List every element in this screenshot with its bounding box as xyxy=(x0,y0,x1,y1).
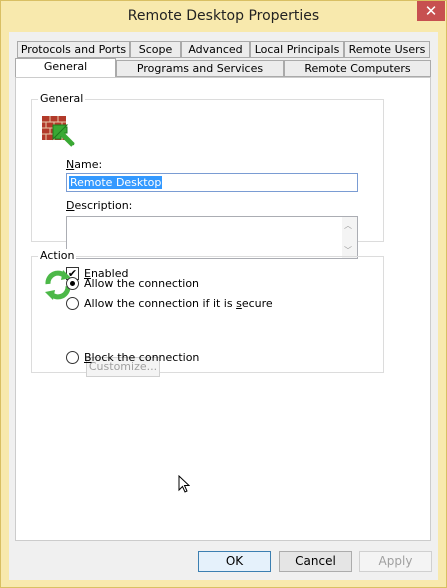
close-icon[interactable]: ✕ xyxy=(425,2,438,20)
allow-if-secure-label[interactable]: Allow the connection if it is secure xyxy=(84,297,273,310)
description-textarea[interactable]: ︿ ﹀ xyxy=(66,216,358,259)
scroll-down-icon[interactable]: ﹀ xyxy=(344,245,352,256)
tab-remote-computers[interactable]: Remote Computers xyxy=(284,60,431,77)
apply-button[interactable]: Apply xyxy=(359,551,432,572)
allow-connection-radio[interactable] xyxy=(66,277,79,290)
tab-remote-users[interactable]: Remote Users xyxy=(344,41,430,58)
title-bar[interactable]: Remote Desktop Properties ✕ xyxy=(1,1,446,32)
name-input-value: Remote Desktop xyxy=(69,176,163,189)
name-input[interactable]: Remote Desktop xyxy=(66,173,358,192)
description-label: Description: xyxy=(66,199,133,212)
tab-scope[interactable]: Scope xyxy=(130,41,181,58)
allow-connection-label[interactable]: Allow the connection xyxy=(84,277,199,290)
tab-protocols-and-ports[interactable]: Protocols and Ports xyxy=(17,41,130,58)
block-connection-label[interactable]: Block the connection xyxy=(84,351,199,364)
ok-button[interactable]: OK xyxy=(198,551,271,572)
general-group-label: General xyxy=(38,92,86,105)
tab-advanced[interactable]: Advanced xyxy=(181,41,250,58)
close-button[interactable]: ✕ xyxy=(417,1,445,21)
cancel-button[interactable]: Cancel xyxy=(279,551,352,572)
general-tab-panel: General Name: Remote Desktop Description… xyxy=(15,77,431,541)
firewall-brick-icon xyxy=(42,116,75,147)
tab-general[interactable]: General xyxy=(15,58,116,77)
dialog-window: Remote Desktop Properties ✕ Protocols an… xyxy=(0,0,447,588)
mouse-pointer-icon xyxy=(178,475,190,493)
block-connection-radio[interactable] xyxy=(66,351,79,364)
scroll-up-icon[interactable]: ︿ xyxy=(344,220,352,231)
window-title: Remote Desktop Properties xyxy=(127,8,320,24)
description-scrollbar[interactable]: ︿ ﹀ xyxy=(342,217,357,258)
tab-programs-and-services[interactable]: Programs and Services xyxy=(116,60,284,77)
allow-if-secure-radio[interactable] xyxy=(66,297,79,310)
dialog-client-area: Protocols and Ports Scope Advanced Local… xyxy=(9,32,438,580)
action-group-label: Action xyxy=(38,249,77,262)
tab-local-principals[interactable]: Local Principals xyxy=(250,41,344,58)
name-label: Name: xyxy=(66,158,103,171)
